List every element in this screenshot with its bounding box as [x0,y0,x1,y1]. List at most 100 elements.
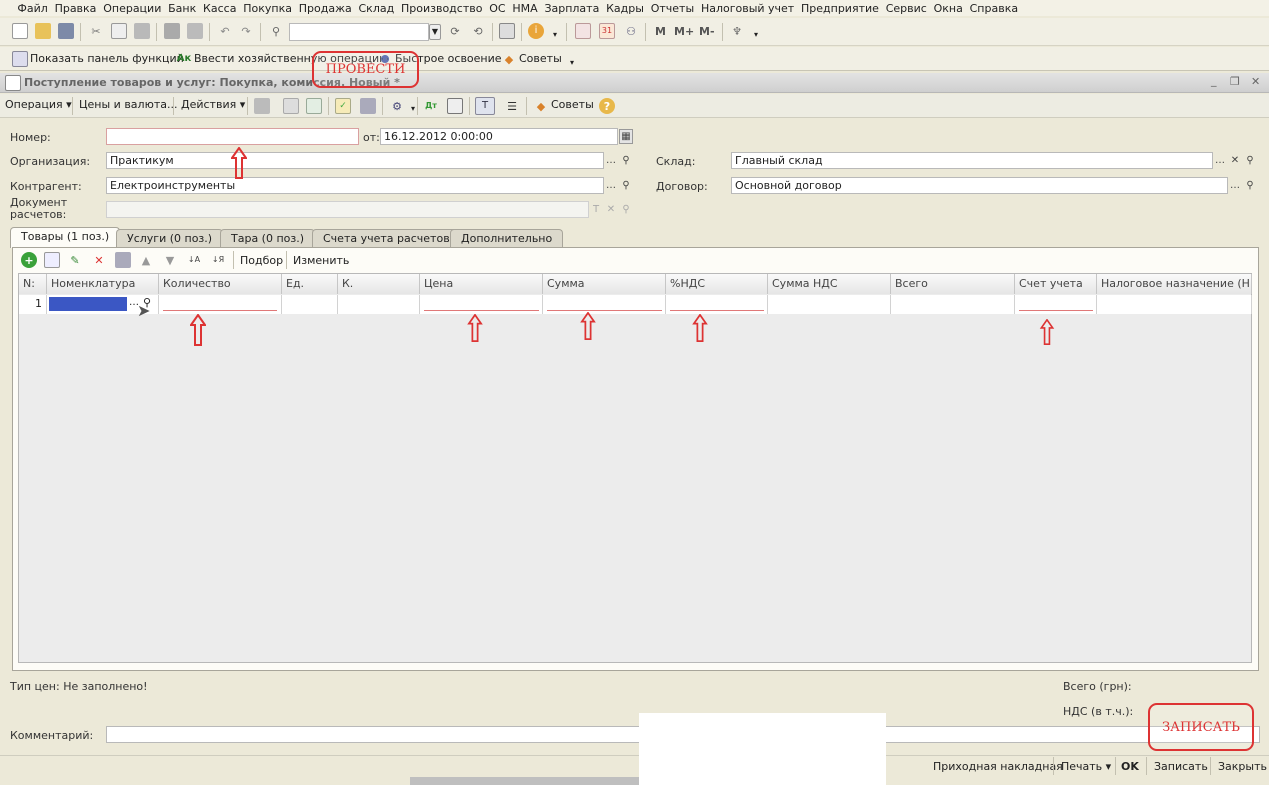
contract-open-icon[interactable]: ⚲ [1243,178,1257,193]
operation-menu-button[interactable]: Операция ▾ [5,98,72,111]
tab-settlement-accounts[interactable]: Счета учета расчетов [312,229,461,247]
column-header-number[interactable]: N: [19,274,47,294]
tab-additional[interactable]: Дополнительно [450,229,564,247]
memory-plus-button[interactable]: M+ [674,25,694,38]
menu-tax[interactable]: Налоговый учет [698,2,798,15]
chevron-down-icon[interactable]: ▾ [547,27,563,43]
invoice-button[interactable]: Приходная накладная [933,760,1063,773]
menu-warehouse[interactable]: Склад [355,2,397,15]
menu-bank[interactable]: Банк [165,2,200,15]
tips-button[interactable]: Советы [551,98,594,111]
calendar-icon[interactable]: 31 [599,23,615,39]
edit-row-icon[interactable]: ✎ [67,252,83,268]
menu-salary[interactable]: Зарплата [541,2,603,15]
post-document-icon[interactable]: ✓ [335,98,351,114]
chevron-down-icon[interactable]: ▾ [405,101,421,117]
menu-sales[interactable]: Продажа [295,2,355,15]
column-header-total[interactable]: Всего [891,274,1015,294]
contract-input[interactable]: Основной договор [731,177,1228,194]
print-menu-button[interactable]: Печать ▾ [1061,760,1111,773]
show-panel-button[interactable]: Показать панель функций [30,52,184,65]
open-folder-icon[interactable] [35,23,51,39]
price-cell[interactable] [420,295,543,314]
tips-button[interactable]: Советы [519,52,562,65]
save-disk-icon[interactable] [254,98,270,114]
quantity-cell[interactable] [159,295,282,314]
settlement-doc-input[interactable] [106,201,589,218]
help-icon[interactable]: ? [599,98,615,114]
structure-icon[interactable] [447,98,463,114]
undo-icon[interactable]: ↶ [217,23,233,39]
column-header-vat-rate[interactable]: %НДС [666,274,768,294]
prices-currency-button[interactable]: Цены и валюта... [79,98,177,111]
move-up-icon[interactable]: ▲ [138,252,154,268]
warehouse-open-icon[interactable]: ⚲ [1243,153,1257,168]
account-cell[interactable] [1015,295,1097,314]
close-button[interactable]: Закрыть [1218,760,1267,773]
organization-input[interactable]: Практикум [106,152,604,169]
unit-cell[interactable] [282,295,338,314]
search-dropdown-icon[interactable]: ▼ [429,24,441,40]
column-header-quantity[interactable]: Количество [159,274,282,294]
menu-file[interactable]: Файл [14,2,51,15]
column-header-unit[interactable]: Ед. [282,274,338,294]
sort-ascending-icon[interactable]: ↓A [186,252,202,268]
actions-menu-button[interactable]: Действия ▾ [181,98,245,111]
memory-minus-button[interactable]: M- [699,25,715,38]
sum-cell[interactable] [543,295,666,314]
unpost-document-icon[interactable] [360,98,376,114]
users-icon[interactable]: ⚇ [623,23,639,39]
tab-containers[interactable]: Тара (0 поз.) [220,229,316,247]
chevron-down-icon[interactable]: ▾ [748,27,764,43]
menu-cash[interactable]: Касса [200,2,240,15]
vat-rate-cell[interactable] [666,295,768,314]
ok-button[interactable]: OK [1121,760,1139,773]
selected-cell-highlight[interactable] [49,297,127,311]
open-icon[interactable]: ⚲ [619,202,633,217]
refresh-icon[interactable] [306,98,322,114]
restore-button[interactable]: ❐ [1230,75,1240,88]
menu-fixed-assets[interactable]: ОС [486,2,509,15]
copy-icon[interactable] [111,23,127,39]
print-icon[interactable] [164,23,180,39]
contractor-select-button[interactable]: … [604,178,618,193]
close-window-button[interactable]: ✕ [1251,75,1260,88]
contract-select-button[interactable]: … [1228,178,1242,193]
search-icon[interactable]: ⚲ [268,23,284,39]
tab-goods[interactable]: Товары (1 поз.) [10,227,121,248]
based-on-icon[interactable]: ⚙ [389,98,405,114]
minimize-button[interactable]: _ [1211,74,1217,87]
column-header-tax-purpose[interactable]: Налоговое назначение (Н... [1097,274,1252,294]
move-down-icon[interactable]: ▼ [162,252,178,268]
contractor-open-icon[interactable]: ⚲ [619,178,633,193]
column-header-price[interactable]: Цена [420,274,543,294]
info-icon[interactable]: i [528,23,544,39]
menu-enterprise[interactable]: Предприятие [798,2,883,15]
cut-icon[interactable]: ✂ [88,23,104,39]
calculator-icon[interactable] [575,23,591,39]
warehouse-select-button[interactable]: … [1213,153,1227,168]
contractor-input[interactable]: Електроинструменты [106,177,604,194]
column-header-vat-sum[interactable]: Сумма НДС [768,274,891,294]
menu-help[interactable]: Справка [966,2,1021,15]
tab-services[interactable]: Услуги (0 поз.) [116,229,224,247]
vat-sum-cell[interactable] [768,295,891,314]
sort-descending-icon[interactable]: ↓Я [210,252,226,268]
organization-select-button[interactable]: … [604,153,618,168]
nomenclature-cell[interactable]: … ⚲ ➤ [47,295,159,320]
clear-icon[interactable]: ✕ [604,202,618,217]
date-input[interactable]: 16.12.2012 0:00:00 [380,128,618,145]
save-disk-icon[interactable] [58,23,74,39]
menu-intangibles[interactable]: НМА [509,2,541,15]
accounts-icon[interactable]: Дт [423,98,439,114]
column-header-coefficient[interactable]: К. [338,274,420,294]
menu-reports[interactable]: Отчеты [647,2,697,15]
menu-service[interactable]: Сервис [882,2,930,15]
menu-production[interactable]: Производство [398,2,486,15]
search-input[interactable] [289,23,429,41]
find-next-icon[interactable]: ⟳ [447,23,463,39]
select-items-button[interactable]: Подбор [240,254,283,267]
save-button[interactable]: Записать [1154,760,1208,773]
copy-doc-icon[interactable] [283,98,299,114]
toggle-view-icon[interactable]: T [475,97,495,115]
